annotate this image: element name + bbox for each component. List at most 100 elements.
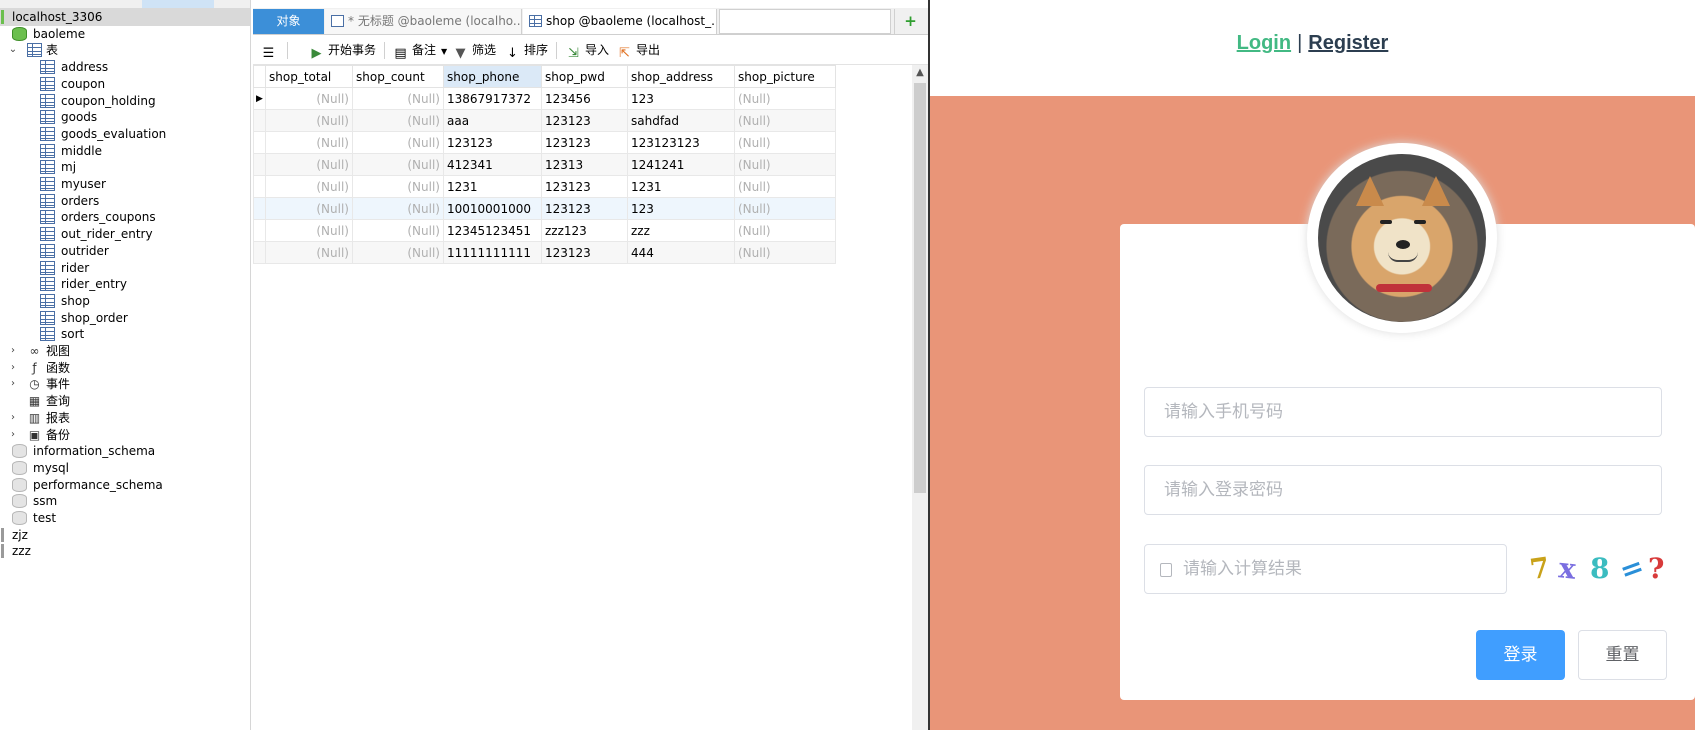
cell-shop_pwd[interactable]: 123456 — [541, 87, 628, 110]
cell-shop_total[interactable]: (Null) — [265, 153, 353, 176]
captcha-image[interactable]: 7 x 8 = ? — [1528, 548, 1673, 590]
cell-shop_address[interactable]: sahdfad — [627, 109, 735, 132]
export-button[interactable]: ⇱ 导出 — [617, 36, 660, 65]
cell-shop_total[interactable]: (Null) — [265, 219, 353, 242]
chevron-right-icon[interactable]: › — [8, 359, 18, 377]
table-row[interactable]: (Null) (Null) 10010001000 123123 123 (Null) — [253, 197, 836, 220]
cell-shop_picture[interactable]: (Null) — [734, 109, 836, 132]
cell-shop_picture[interactable]: (Null) — [734, 241, 836, 264]
register-link[interactable]: Register — [1308, 32, 1388, 54]
cell-shop_pwd[interactable]: 123123 — [541, 109, 628, 132]
row-header[interactable] — [253, 109, 266, 132]
data-grid[interactable]: shop_total shop_count shop_phone shop_pwd sh… — [253, 65, 863, 730]
column-header-shop_picture[interactable]: shop_picture — [734, 65, 836, 88]
password-input[interactable]: 请输入登录密码 — [1144, 465, 1662, 515]
cell-shop_count[interactable]: (Null) — [352, 197, 444, 220]
sort-button[interactable]: ↓ 排序 — [505, 36, 548, 65]
row-header[interactable] — [253, 197, 266, 220]
cell-shop_picture[interactable]: (Null) — [734, 197, 836, 220]
cell-shop_count[interactable]: (Null) — [352, 131, 444, 154]
cell-shop_count[interactable]: (Null) — [352, 87, 444, 110]
tab-untitled-query[interactable]: * 无标题 @baoleme (localho... — [325, 9, 522, 34]
reset-button[interactable]: 重置 — [1578, 630, 1667, 680]
cell-shop_address[interactable]: 1241241 — [627, 153, 735, 176]
filter-button[interactable]: ▼ 筛选 — [453, 36, 497, 65]
scrollbar-thumb[interactable] — [914, 83, 926, 493]
chevron-right-icon[interactable]: › — [8, 342, 18, 360]
cell-shop_picture[interactable]: (Null) — [734, 153, 836, 176]
table-row[interactable]: (Null) (Null) 1231 123123 1231 (Null) — [253, 175, 836, 198]
tree-node-localhost_3306[interactable]: localhost_3306 — [0, 8, 250, 26]
cell-shop_address[interactable]: 1231 — [627, 175, 735, 198]
cell-shop_total[interactable]: (Null) — [265, 109, 353, 132]
cell-shop_count[interactable]: (Null) — [352, 241, 444, 264]
cell-shop_phone[interactable]: 12345123451 — [443, 219, 542, 242]
cell-shop_phone[interactable]: 412341 — [443, 153, 542, 176]
cell-shop_phone[interactable]: 13867917372 — [443, 87, 542, 110]
login-button[interactable]: 登录 — [1476, 630, 1565, 680]
chevron-right-icon[interactable]: › — [8, 426, 18, 444]
cell-shop_phone[interactable]: 1231 — [443, 175, 542, 198]
cell-shop_total[interactable]: (Null) — [265, 175, 353, 198]
phone-input[interactable]: 请输入手机号码 — [1144, 387, 1662, 437]
chevron-down-icon[interactable]: ⌄ — [8, 41, 18, 59]
cell-shop_total[interactable]: (Null) — [265, 241, 353, 264]
column-header-shop_address[interactable]: shop_address — [627, 65, 735, 88]
cell-shop_total[interactable]: (Null) — [265, 197, 353, 220]
row-header[interactable] — [253, 241, 266, 264]
cell-shop_count[interactable]: (Null) — [352, 109, 444, 132]
table-row[interactable]: (Null) (Null) 412341 12313 1241241 (Null) — [253, 153, 836, 176]
cell-shop_picture[interactable]: (Null) — [734, 219, 836, 242]
cell-shop_address[interactable]: 444 — [627, 241, 735, 264]
cell-shop_phone[interactable]: 123123 — [443, 131, 542, 154]
cell-shop_pwd[interactable]: 123123 — [541, 197, 628, 220]
cell-shop_count[interactable]: (Null) — [352, 219, 444, 242]
cell-shop_address[interactable]: 123 — [627, 87, 735, 110]
cell-shop_count[interactable]: (Null) — [352, 153, 444, 176]
menu-button[interactable]: ☰ — [261, 36, 280, 65]
column-header-shop_total[interactable]: shop_total — [265, 65, 353, 88]
column-header-shop_count[interactable]: shop_count — [352, 65, 444, 88]
cell-shop_count[interactable]: (Null) — [352, 175, 444, 198]
column-header-shop_phone[interactable]: shop_phone — [443, 65, 542, 88]
cell-shop_picture[interactable]: (Null) — [734, 175, 836, 198]
tab-objects[interactable]: 对象 — [253, 9, 324, 34]
row-header[interactable] — [253, 175, 266, 198]
row-header[interactable] — [253, 219, 266, 242]
memo-button[interactable]: ▤ 备注 ▼ — [393, 36, 447, 65]
cell-shop_total[interactable]: (Null) — [265, 131, 353, 154]
column-header-shop_pwd[interactable]: shop_pwd — [541, 65, 628, 88]
chevron-right-icon[interactable]: › — [8, 409, 18, 427]
current-row-indicator-icon[interactable]: ▶ — [253, 87, 266, 110]
cell-shop_address[interactable]: 123123123 — [627, 131, 735, 154]
row-header[interactable] — [253, 131, 266, 154]
cell-shop_phone[interactable]: aaa — [443, 109, 542, 132]
cell-shop_address[interactable]: zzz — [627, 219, 735, 242]
table-row[interactable]: (Null) (Null) 11111111111 123123 444 (Null) — [253, 241, 836, 264]
tab-shop-table[interactable]: shop @baoleme (localhost_... — [523, 9, 717, 34]
cell-shop_address[interactable]: 123 — [627, 197, 735, 220]
cell-shop_phone[interactable]: 10010001000 — [443, 197, 542, 220]
cell-shop_pwd[interactable]: 12313 — [541, 153, 628, 176]
login-link[interactable]: Login — [1237, 32, 1291, 54]
cell-shop_pwd[interactable]: 123123 — [541, 241, 628, 264]
table-row[interactable]: (Null) (Null) 123123 123123 123123123 (Null) — [253, 131, 836, 154]
new-tab-button[interactable]: + — [894, 9, 926, 34]
row-header[interactable] — [253, 153, 266, 176]
grid-vertical-scrollbar[interactable]: ▲ — [912, 65, 928, 730]
scroll-up-icon[interactable]: ▲ — [912, 65, 928, 81]
cell-shop_phone[interactable]: 11111111111 — [443, 241, 542, 264]
table-row[interactable]: ▶ (Null) (Null) 13867917372 123456 123 (Null) — [253, 87, 836, 110]
cell-shop_total[interactable]: (Null) — [265, 87, 353, 110]
table-row[interactable]: (Null) (Null) aaa 123123 sahdfad (Null) — [253, 109, 836, 132]
cell-shop_pwd[interactable]: zzz123 — [541, 219, 628, 242]
cell-shop_picture[interactable]: (Null) — [734, 131, 836, 154]
captcha-input[interactable]: 请输入计算结果 — [1144, 544, 1507, 594]
begin-transaction-button[interactable]: ▶ 开始事务 — [309, 36, 377, 65]
chevron-right-icon[interactable]: › — [8, 375, 18, 393]
import-button[interactable]: ⇲ 导入 — [566, 36, 609, 65]
table-row[interactable]: (Null) (Null) 12345123451 zzz123 zzz (Null) — [253, 219, 836, 242]
cell-shop_pwd[interactable]: 123123 — [541, 175, 628, 198]
cell-shop_picture[interactable]: (Null) — [734, 87, 836, 110]
cell-shop_pwd[interactable]: 123123 — [541, 131, 628, 154]
